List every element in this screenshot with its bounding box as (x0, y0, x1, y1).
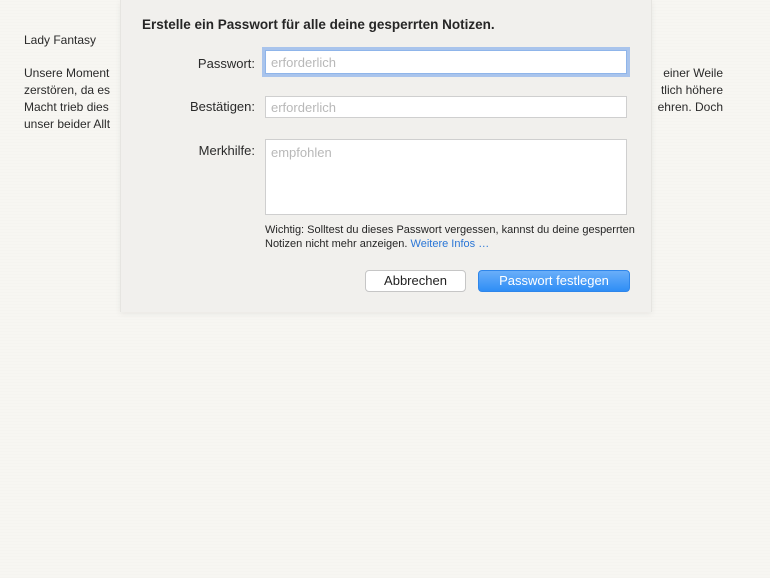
confirm-password-label: Bestätigen: (189, 99, 255, 114)
confirm-password-input[interactable] (265, 96, 627, 118)
dialog-title: Erstelle ein Passwort für alle deine ges… (142, 17, 495, 32)
password-input[interactable] (265, 50, 627, 74)
password-hint-label: Merkhilfe: (198, 143, 255, 158)
note-text-line: Macht trieb dies (24, 100, 109, 114)
set-password-button[interactable]: Passwort festlegen (478, 270, 630, 292)
note-text-line: Unsere Moment (24, 66, 110, 80)
note-text-line: einer Weile (663, 66, 723, 80)
note-text-line: ehren. Doch (657, 100, 723, 114)
note-text-line: tlich höhere (660, 83, 723, 97)
note-title: Lady Fantasy (24, 33, 97, 47)
password-label: Passwort: (197, 56, 255, 71)
note-text-line: zerstören, da es (24, 83, 111, 97)
cancel-button[interactable]: Abbrechen (365, 270, 466, 292)
set-password-sheet: Erstelle ein Passwort für alle deine ges… (120, 0, 652, 312)
note-text-line: unser beider Allt (24, 117, 111, 131)
forgot-password-warning: Wichtig: Solltest du dieses Passwort ver… (265, 223, 635, 251)
password-hint-input[interactable] (265, 139, 627, 215)
more-info-link[interactable]: Weitere Infos … (411, 238, 490, 250)
